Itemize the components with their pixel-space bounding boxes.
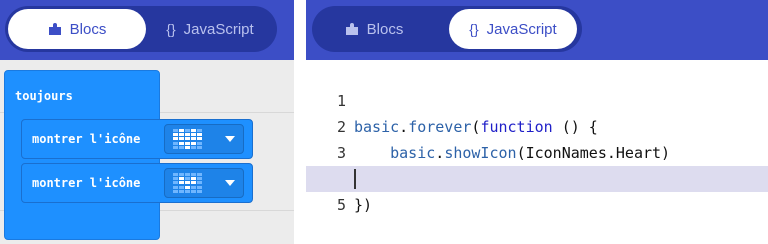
- text-cursor: [354, 169, 356, 189]
- icon-picker-dropdown[interactable]: [164, 168, 244, 198]
- tab-blocks-label: Blocs: [69, 20, 107, 38]
- editor-toolbar: Blocs {} JavaScript: [306, 0, 768, 60]
- blocks-workspace[interactable]: toujours montrer l'icône montrer l'icône: [0, 60, 294, 244]
- blocks-editor-panel: Blocs {} JavaScript toujours montrer l'i…: [0, 0, 294, 244]
- tab-javascript[interactable]: {} JavaScript: [449, 9, 577, 49]
- code-line[interactable]: 2 basic.showIcon(IconNames.Heart): [306, 88, 768, 162]
- icon-picker-dropdown[interactable]: [164, 124, 244, 154]
- chevron-down-icon: [225, 180, 235, 186]
- code-editor[interactable]: 1 basic.forever(function () { 2 basic.sh…: [306, 60, 768, 244]
- editor-mode-toggle: Blocs {} JavaScript: [5, 6, 277, 52]
- code-line-current[interactable]: 5: [306, 166, 768, 214]
- forever-block[interactable]: toujours montrer l'icône montrer l'icône: [4, 70, 253, 240]
- line-number: 5: [336, 196, 346, 214]
- tab-blocks-label: Blocs: [366, 20, 404, 38]
- code-line[interactable]: 3 basic.showIcon(IconNames.SmallHeart): [306, 114, 768, 188]
- show-icon-block[interactable]: montrer l'icône: [21, 163, 253, 203]
- tab-blocks[interactable]: Blocs: [8, 9, 146, 49]
- tab-javascript-label: JavaScript: [183, 20, 254, 38]
- editor-toolbar: Blocs {} JavaScript: [0, 0, 294, 60]
- editor-mode-toggle: Blocs {} JavaScript: [312, 6, 582, 52]
- chevron-down-icon: [225, 136, 235, 142]
- tab-javascript-label: JavaScript: [486, 20, 557, 38]
- show-icon-label: montrer l'icône: [32, 176, 141, 190]
- tab-blocks[interactable]: Blocs: [316, 9, 432, 49]
- javascript-editor-panel: Blocs {} JavaScript 1 basic.forever(func…: [306, 0, 768, 244]
- show-icon-block[interactable]: montrer l'icône: [21, 119, 253, 159]
- panel-divider: [294, 0, 306, 244]
- small-heart-icon: [173, 173, 202, 193]
- forever-block-label: toujours: [15, 89, 73, 103]
- curly-braces-icon: {}: [166, 21, 176, 37]
- show-icon-label: montrer l'icône: [32, 132, 141, 146]
- code-line[interactable]: 1 basic.forever(function () {: [306, 62, 768, 136]
- tab-javascript[interactable]: {} JavaScript: [146, 9, 274, 49]
- curly-braces-icon: {}: [469, 21, 479, 37]
- heart-icon: [173, 129, 202, 149]
- puzzle-icon: [48, 22, 62, 36]
- code-line[interactable]: 4 }): [306, 140, 768, 214]
- puzzle-icon: [345, 22, 359, 36]
